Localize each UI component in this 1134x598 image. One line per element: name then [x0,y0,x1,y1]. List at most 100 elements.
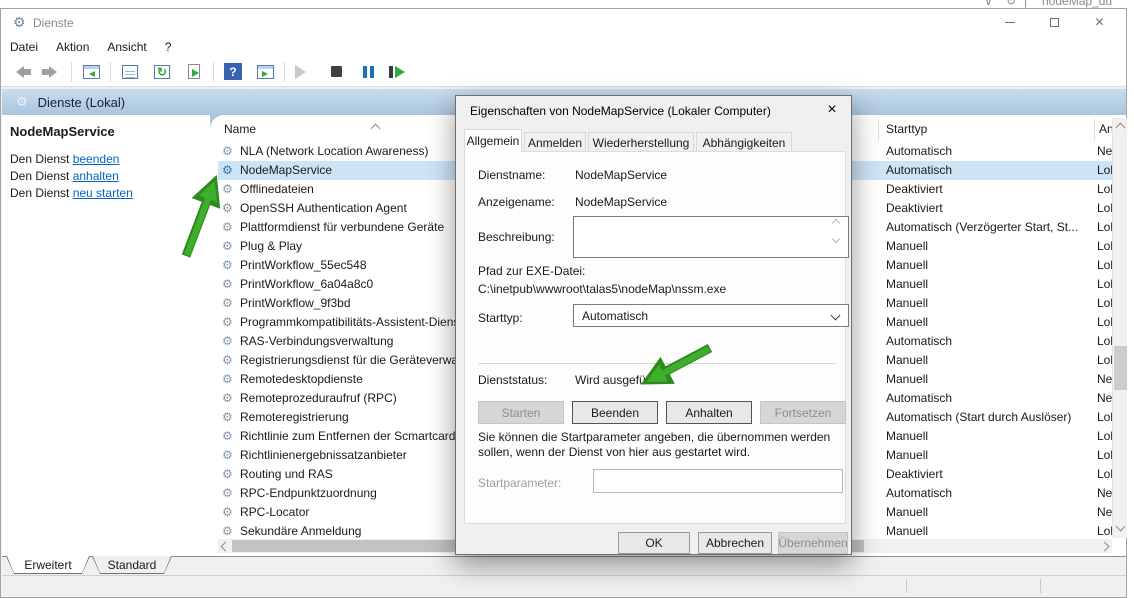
scroll-up-icon[interactable] [1116,123,1126,133]
column-header-name[interactable]: Name [224,122,256,136]
tab-label: Abhängigkeiten [703,136,786,150]
service-name: Remoteprozeduraufruf (RPC) [240,389,397,408]
minimize-button[interactable] [987,9,1032,36]
beschreibung-textarea[interactable] [573,216,849,258]
tab-wiederherstellung[interactable]: Wiederherstellung [588,132,694,152]
service-name: Offlinedateien [240,180,314,199]
console-tree-icon [83,65,100,79]
service-logon-as: Lokales System [1097,199,1112,218]
starten-button: Starten [478,401,564,424]
service-starttype: Automatisch [886,484,952,503]
service-gear-icon: ⚙ [222,237,233,256]
scroll-left-icon[interactable] [221,542,231,552]
service-logon-as: Lokales System [1097,275,1112,294]
menu-bar: Datei Aktion Ansicht ? [1,36,1126,57]
service-gear-icon: ⚙ [222,370,233,389]
pfad-value: C:\inetpub\wwwroot\talas5\nodeMap\nssm.e… [478,282,726,296]
service-starttype: Manuell [886,351,928,370]
refresh-icon: ↻ [154,65,170,79]
service-name: Plattformdienst für verbundene Geräte [240,218,444,237]
scroll-down-icon[interactable] [1116,522,1126,532]
service-gear-icon: ⚙ [222,142,233,161]
menu-aktion[interactable]: Aktion [47,38,98,56]
pause-icon [363,66,374,78]
vertical-scroll-thumb[interactable] [1114,346,1127,390]
service-gear-icon: ⚙ [222,313,233,332]
starttyp-dropdown[interactable]: Automatisch [573,304,849,327]
close-icon: × [1095,15,1104,31]
service-name: NodeMapService [240,161,332,180]
restart-service-link[interactable]: neu starten [73,186,133,200]
ok-button[interactable]: OK [618,532,690,554]
service-starttype: Automatisch (Verzögerter Start, St... [886,218,1078,237]
menu-help[interactable]: ? [156,38,181,56]
forward-icon [42,66,63,78]
service-logon-as: Lokales System [1097,465,1112,484]
export-list-button[interactable] [181,60,207,84]
task-prefix: Den Dienst [10,169,73,183]
vertical-scrollbar[interactable] [1112,118,1127,538]
tab-anmelden[interactable]: Anmelden [524,132,586,152]
stop-service-button[interactable] [323,60,349,84]
toolbar-separator [71,62,72,82]
banner-gear-icon: ⚙ [16,94,28,110]
screen: ∨ ↻ | nodeMap_du ⚙ Dienste × Datei Aktio… [0,0,1134,598]
service-starttype: Automatisch [886,161,952,180]
window-title: Dienste [33,16,74,30]
help-icon: ? [224,63,242,80]
service-logon-as: Lokales System [1097,446,1112,465]
service-starttype: Manuell [886,256,928,275]
toolbar-separator [110,62,111,82]
scroll-right-icon[interactable] [1100,542,1110,552]
restart-service-button[interactable] [387,60,413,84]
task-prefix: Den Dienst [10,186,73,200]
column-separator[interactable] [878,119,879,141]
status-separator [906,579,907,593]
service-logon-as: Lokales System [1097,351,1112,370]
tab-allgemein[interactable]: Allgemein [464,129,522,152]
dialog-close-button[interactable]: × [817,98,847,122]
back-button[interactable] [7,60,33,84]
column-header-anmelden[interactable]: Anmelden als [1099,122,1112,136]
service-logon-as: Lokales System [1097,256,1112,275]
pause-service-link[interactable]: anhalten [73,169,119,183]
properties-button[interactable] [117,60,143,84]
abbrechen-button[interactable]: Abbrechen [698,532,772,554]
maximize-button[interactable] [1032,9,1077,36]
show-action-pane-button[interactable] [252,60,278,84]
show-console-tree-button[interactable] [78,60,104,84]
service-name: Sekundäre Anmeldung [240,522,361,539]
startparameter-input[interactable] [593,469,843,493]
start-service-button[interactable] [291,60,317,84]
startparameter-label: Startparameter: [478,476,561,490]
forward-button[interactable] [39,60,65,84]
close-button[interactable]: × [1077,9,1122,36]
textarea-scroll-arrows[interactable] [833,220,839,242]
service-gear-icon: ⚙ [222,465,233,484]
menu-datei[interactable]: Datei [1,38,47,56]
sort-ascending-icon [371,124,381,134]
pause-service-button[interactable] [355,60,381,84]
service-name: NLA (Network Location Awareness) [240,142,429,161]
refresh-button[interactable]: ↻ [149,60,175,84]
tab-standard[interactable]: Standard [92,556,172,574]
tab-abhaengigkeiten[interactable]: Abhängigkeiten [696,132,792,152]
toolbar: ↻ ? [1,57,1126,87]
column-separator[interactable] [1094,119,1095,141]
service-name: Remoteregistrierung [240,408,349,427]
toolbar-separator [284,62,285,82]
task-line-stop: Den Dienst beenden [10,152,119,166]
service-logon-as: Lokales System [1097,313,1112,332]
status-bar [2,575,1126,596]
service-starttype: Deaktiviert [886,465,943,484]
anhalten-button[interactable]: Anhalten [666,401,752,424]
stop-service-link[interactable]: beenden [73,152,120,166]
menu-ansicht[interactable]: Ansicht [98,38,155,56]
help-button[interactable]: ? [220,60,246,84]
beenden-button[interactable]: Beenden [572,401,658,424]
pfad-label: Pfad zur EXE-Datei: [478,264,585,278]
service-logon-as: Lokales System [1097,180,1112,199]
service-name: Richtlinie zum Entfernen der Scmartcard [240,427,455,446]
column-header-starttyp[interactable]: Starttyp [886,122,927,136]
tab-erweitert[interactable]: Erweitert [6,556,90,574]
